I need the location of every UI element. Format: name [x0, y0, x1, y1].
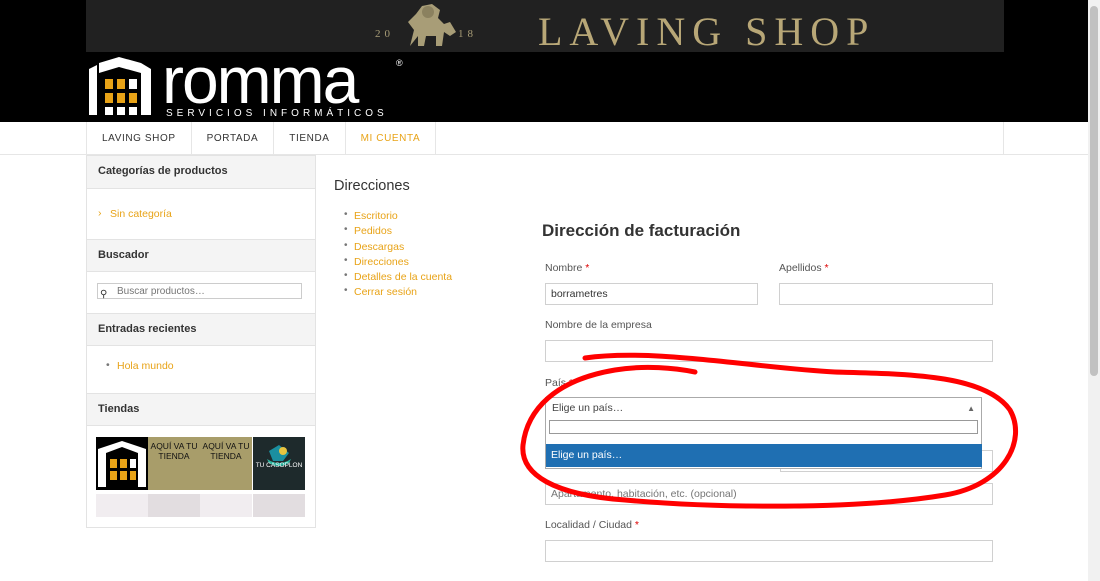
store-tile-casoplon[interactable]: TU CASOPLON — [253, 437, 305, 490]
nav-item-tienda[interactable]: TIENDA — [274, 122, 346, 155]
recent-heading: Entradas recientes — [87, 313, 315, 346]
registered-mark: ® — [396, 58, 403, 68]
store-tile-2-text: AQUÍ VA TU TIENDA — [150, 441, 198, 461]
account-nav-cerrar-sesion[interactable]: Cerrar sesión — [344, 285, 452, 301]
romma-tile-icon — [98, 441, 146, 487]
search-input[interactable] — [117, 284, 300, 298]
city-label: Localidad / Ciudad * — [545, 519, 639, 531]
site-banner: 20 18 LAVING SHOP romma ® SERVICIOS INFO… — [0, 0, 1088, 122]
logo-wordmark[interactable]: romma — [162, 47, 359, 113]
account-nav-escritorio[interactable]: Escritorio — [344, 209, 452, 225]
store-tile-romma[interactable] — [96, 437, 148, 490]
search-heading: Buscador — [87, 239, 315, 272]
scrollbar[interactable] — [1088, 0, 1100, 581]
account-nav-detalles[interactable]: Detalles de la cuenta — [344, 270, 452, 286]
categories-heading: Categorías de productos — [87, 156, 315, 189]
page-title: Direcciones — [334, 178, 410, 194]
city-label-text: Localidad / Ciudad — [545, 519, 632, 531]
last-name-input[interactable] — [779, 283, 993, 305]
last-name-label-text: Apellidos — [779, 262, 822, 274]
stores-heading: Tiendas — [87, 393, 315, 426]
recent-post-link[interactable]: Hola mundo — [117, 360, 174, 372]
tile-shade-2 — [148, 494, 200, 517]
sidebar: Categorías de productos › Sin categoría … — [86, 155, 316, 528]
logo-subtitle: SERVICIOS INFORMÁTICOS — [166, 108, 388, 119]
search-icon[interactable]: ⚲ — [100, 289, 107, 300]
account-nav-pedidos[interactable]: Pedidos — [344, 224, 452, 240]
store-tile-2[interactable]: AQUÍ VA TU TIENDA — [148, 437, 200, 490]
required-mark: * — [585, 262, 590, 274]
first-name-input[interactable] — [545, 283, 758, 305]
nav-item-laving-shop[interactable]: LAVING SHOP — [87, 122, 192, 155]
red-circle-annotation — [520, 352, 1019, 509]
casoplon-text: TU CASOPLON — [255, 462, 303, 469]
nav-item-mi-cuenta[interactable]: MI CUENTA — [346, 122, 437, 155]
required-mark: * — [824, 262, 829, 274]
nav-item-portada[interactable]: PORTADA — [192, 122, 275, 155]
tile-shade-1 — [96, 494, 148, 517]
tile-shade-4 — [253, 494, 305, 517]
tile-shade-3 — [200, 494, 252, 517]
year-left: 20 — [375, 28, 394, 40]
chevron-right-icon: › — [98, 207, 102, 219]
store-tiles: AQUÍ VA TU TIENDA AQUÍ VA TU TIENDA TU C… — [96, 437, 306, 517]
bullet-icon: • — [106, 359, 110, 371]
required-mark: * — [634, 519, 639, 531]
scrollbar-thumb[interactable] — [1090, 6, 1098, 376]
romma-logo-icon[interactable] — [87, 55, 153, 117]
store-tile-3[interactable]: AQUÍ VA TU TIENDA — [200, 437, 252, 490]
account-nav-direcciones[interactable]: Direcciones — [344, 255, 452, 271]
year-right: 18 — [458, 28, 477, 40]
lion-icon — [408, 4, 456, 46]
first-name-label-text: Nombre — [545, 262, 583, 274]
account-nav: Escritorio Pedidos Descargas Direcciones… — [344, 209, 452, 302]
account-nav-descargas[interactable]: Descargas — [344, 240, 452, 256]
shop-title[interactable]: LAVING SHOP — [538, 8, 875, 55]
store-tile-3-text: AQUÍ VA TU TIENDA — [202, 441, 250, 461]
billing-title: Dirección de facturación — [542, 221, 741, 240]
last-name-label: Apellidos * — [779, 262, 829, 274]
main-nav: LAVING SHOP PORTADA TIENDA MI CUENTA — [0, 122, 1088, 155]
city-input[interactable] — [545, 540, 993, 562]
nav-list: LAVING SHOP PORTADA TIENDA MI CUENTA — [86, 122, 437, 155]
first-name-label: Nombre * — [545, 262, 589, 274]
nav-divider — [1003, 122, 1004, 155]
company-label: Nombre de la empresa — [545, 319, 652, 331]
category-link[interactable]: Sin categoría — [110, 208, 172, 220]
page: 20 18 LAVING SHOP romma ® SERVICIOS INFO… — [0, 0, 1088, 581]
